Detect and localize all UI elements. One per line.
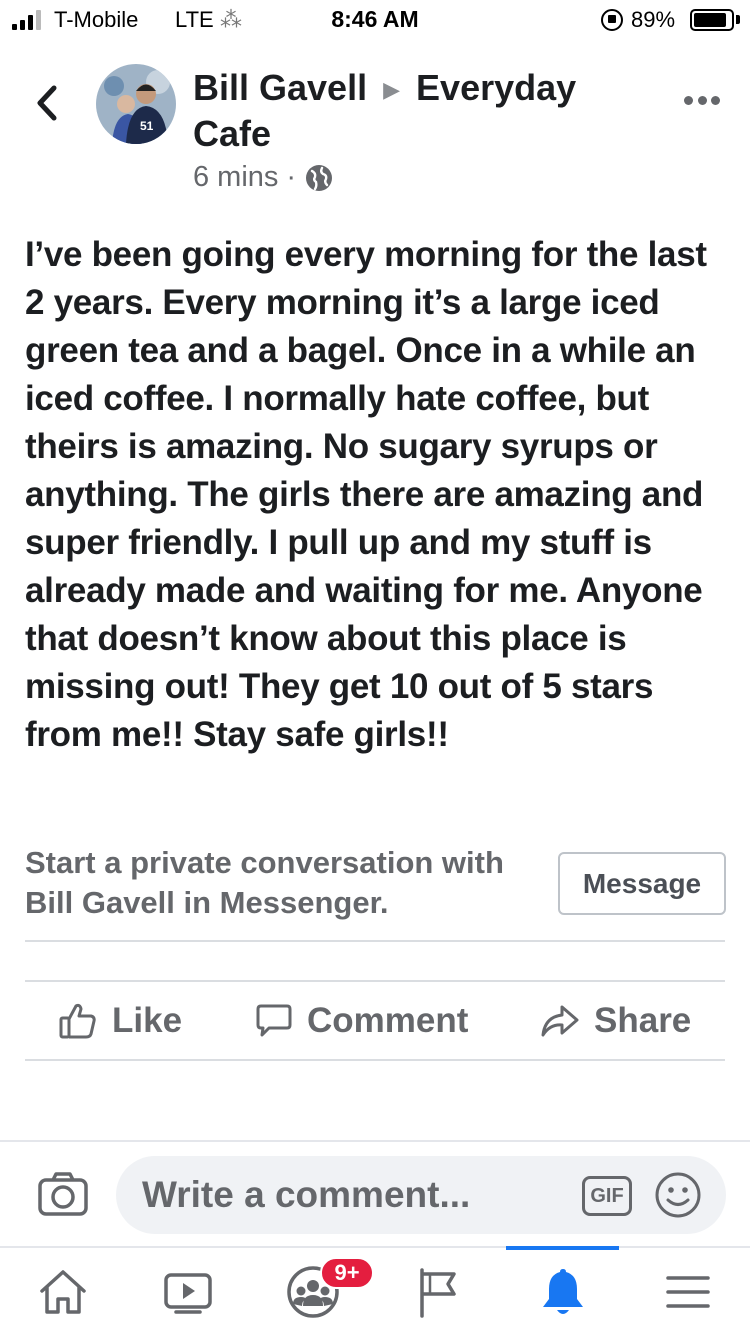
post-timestamp[interactable]: 6 mins [193, 161, 278, 194]
watch-icon [164, 1273, 212, 1314]
divider [25, 940, 725, 942]
divider [25, 1059, 725, 1061]
message-button[interactable]: Message [558, 852, 726, 915]
pages-flag-icon [420, 1268, 456, 1318]
nav-pages[interactable] [383, 1248, 493, 1334]
comment-button[interactable]: Comment [255, 982, 468, 1060]
share-arrow-icon [541, 1005, 579, 1037]
nav-menu[interactable] [633, 1248, 743, 1334]
comment-composer: Write a comment... GIF [0, 1140, 750, 1246]
author-name[interactable]: Bill Gavell [193, 67, 367, 108]
camera-icon[interactable] [37, 1170, 89, 1218]
menu-hamburger-icon [666, 1276, 710, 1308]
globe-icon [306, 164, 333, 191]
author-avatar[interactable]: 51 [96, 64, 176, 144]
battery-tip [736, 15, 740, 24]
shared-to-arrow-icon: ▶ [383, 77, 401, 103]
meta-separator: · [286, 161, 297, 193]
more-options-icon[interactable] [684, 96, 720, 110]
thumbs-up-icon [59, 1003, 96, 1039]
post-meta: 6 mins · [193, 161, 334, 194]
avatar-photo: 51 [96, 64, 176, 144]
comment-bubble-icon [256, 1004, 292, 1037]
notifications-bell-icon [543, 1269, 583, 1314]
share-label: Share [594, 1001, 692, 1040]
post-author-line: Bill Gavell ▶ Everyday Cafe [193, 66, 663, 156]
nav-notifications[interactable] [508, 1248, 618, 1334]
groups-notification-badge: 9+ [320, 1257, 374, 1289]
nav-home[interactable] [8, 1248, 118, 1334]
orientation-lock-icon [601, 9, 623, 31]
bottom-navigation: 9+ [0, 1246, 750, 1334]
post-actions-bar: Like Comment Share [25, 982, 725, 1060]
gif-icon[interactable]: GIF [582, 1176, 632, 1216]
like-label: Like [112, 1001, 183, 1040]
battery-fill [694, 13, 727, 27]
comment-placeholder: Write a comment... [142, 1174, 471, 1215]
comment-input[interactable]: Write a comment... GIF [116, 1156, 726, 1234]
battery-icon [690, 9, 734, 31]
like-button[interactable]: Like [58, 982, 182, 1060]
nav-watch[interactable] [133, 1248, 243, 1334]
status-bar: T-Mobile LTE ⁂ 8:46 AM 89% [0, 0, 750, 40]
comment-label: Comment [307, 1001, 469, 1040]
battery-percent: 89% [631, 7, 676, 32]
post-body-text: I’ve been going every morning for the la… [25, 235, 707, 754]
home-icon [40, 1270, 86, 1314]
svg-text:51: 51 [140, 119, 154, 133]
messenger-prompt: Start a private conversation with Bill G… [25, 845, 504, 920]
back-chevron-icon[interactable] [30, 80, 66, 126]
share-button[interactable]: Share [540, 982, 691, 1060]
emoji-icon[interactable] [654, 1171, 702, 1219]
